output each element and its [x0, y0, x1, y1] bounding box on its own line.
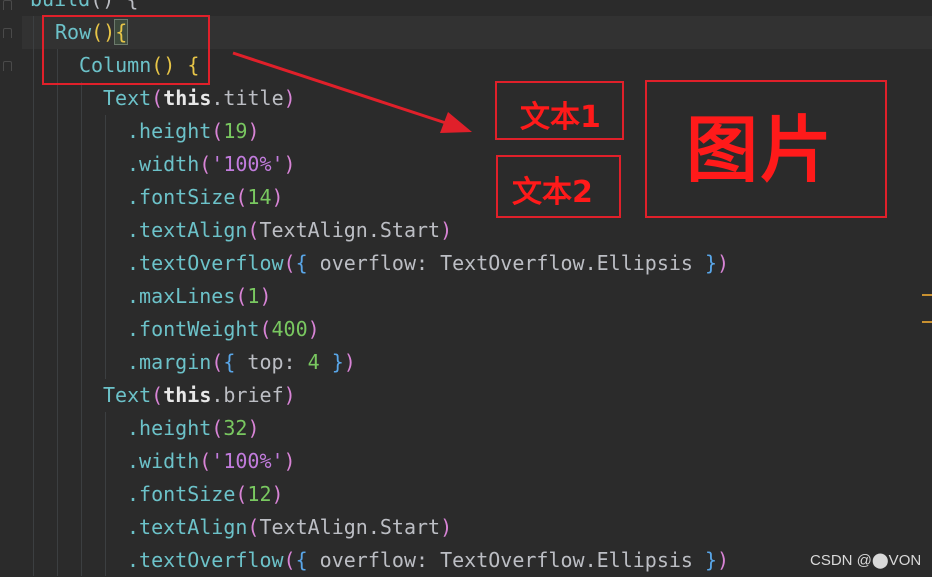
text2-label: 文本2: [512, 175, 593, 210]
csdn-watermark: CSDN @⬤VON: [810, 552, 922, 569]
text1-label: 文本1: [520, 100, 601, 135]
image-label: 图片: [686, 108, 835, 192]
